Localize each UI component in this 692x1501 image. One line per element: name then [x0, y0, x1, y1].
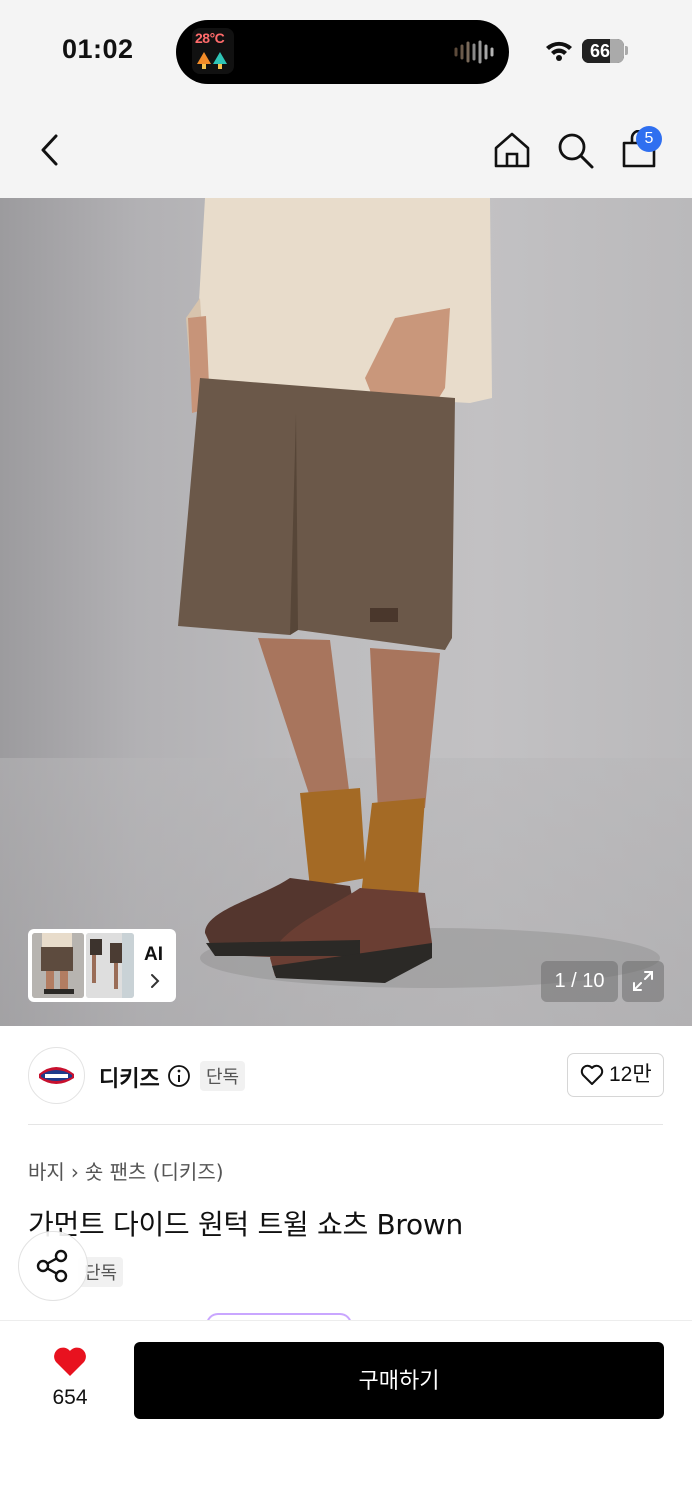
dickies-logo-icon [39, 1067, 74, 1084]
heart-outline-icon [580, 1064, 604, 1085]
share-icon [36, 1249, 68, 1283]
breadcrumb-item[interactable]: 숏 팬츠 (디키즈) [85, 1160, 224, 1184]
status-time: 01:02 [62, 34, 134, 64]
breadcrumb-separator-icon: › [70, 1160, 79, 1184]
heart-filled-icon[interactable] [52, 1346, 88, 1378]
home-icon[interactable] [492, 130, 532, 170]
brand-logo[interactable] [28, 1047, 85, 1104]
buy-button[interactable]: 구매하기 [134, 1342, 664, 1419]
battery-percent: 66 [589, 41, 611, 61]
island-app-text: 28°C [195, 30, 225, 46]
info-icon[interactable] [167, 1064, 191, 1088]
audio-wave-icon [454, 40, 494, 64]
breadcrumb: 바지 › 숏 팬츠 (디키즈) [28, 1156, 230, 1185]
weather-app-icon: 28°C [192, 28, 234, 74]
product-image[interactable] [0, 198, 692, 1026]
cart-count-badge: 5 [636, 126, 662, 152]
divider [28, 1124, 663, 1125]
expand-button[interactable] [622, 961, 664, 1002]
product-like-count: 654 [52, 1386, 88, 1409]
product-title: 가먼트 다이드 원턱 트윌 쇼츠 Brown [28, 1208, 463, 1241]
thumbnail-image[interactable] [86, 933, 134, 998]
ai-label: AI [144, 944, 163, 965]
thumbnail-photo [32, 933, 84, 998]
thumbnail-image[interactable] [32, 933, 84, 998]
breadcrumb-item[interactable]: 바지 [28, 1160, 65, 1184]
back-icon[interactable] [36, 130, 64, 170]
expand-icon [633, 971, 653, 991]
share-button[interactable] [18, 1231, 88, 1301]
product-photo [0, 198, 692, 1026]
search-icon[interactable] [555, 130, 595, 170]
brand-name[interactable]: 디키즈 [99, 1061, 160, 1093]
tree-icon [197, 52, 227, 69]
brand-like-count: 12만 [609, 1063, 652, 1086]
chevron-right-icon [151, 974, 160, 988]
brand-like-button[interactable]: 12만 [567, 1053, 664, 1097]
thumbnail-photo [86, 933, 134, 998]
battery-indicator: 66 [582, 39, 624, 63]
image-counter: 1 / 10 [541, 961, 618, 1002]
wifi-icon [546, 41, 572, 61]
battery-nub [625, 46, 628, 55]
exclusive-badge: 단독 [200, 1061, 246, 1091]
